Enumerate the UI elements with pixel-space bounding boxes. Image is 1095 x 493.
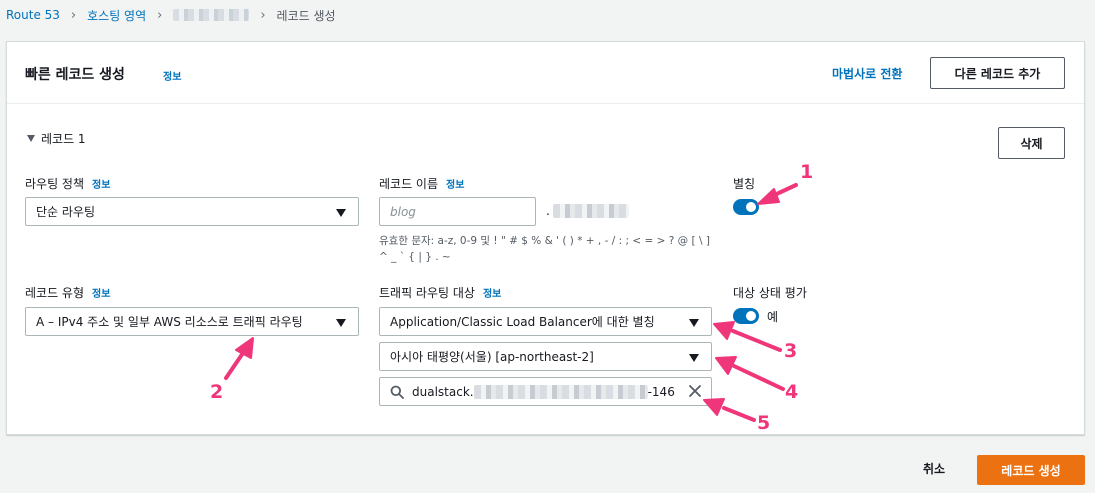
switch-to-wizard-link[interactable]: 마법사로 전환 bbox=[832, 65, 902, 82]
breadcrumb: Route 53 › 호스팅 영역 › › 레코드 생성 bbox=[6, 6, 336, 24]
load-balancer-search-input[interactable]: dualstack. -146 bbox=[379, 377, 712, 406]
endpoint-value: Application/Classic Load Balancer에 대한 별칭 bbox=[390, 315, 655, 329]
record-name-info-link[interactable]: 정보 bbox=[446, 176, 464, 191]
traffic-target-label-text: 트래픽 라우팅 대상 bbox=[379, 286, 475, 300]
routing-policy-label-text: 라우팅 정책 bbox=[25, 177, 85, 191]
caret-down-icon bbox=[689, 319, 699, 327]
record-type-select[interactable]: A – IPv4 주소 및 일부 AWS 리소스로 트래픽 라우팅 bbox=[25, 307, 359, 336]
cancel-button[interactable]: 취소 bbox=[923, 460, 945, 477]
health-toggle[interactable] bbox=[733, 308, 759, 324]
search-value-suffix: -146 bbox=[647, 384, 675, 399]
alias-toggle[interactable] bbox=[733, 199, 759, 215]
traffic-target-label: 트래픽 라우팅 대상 정보 bbox=[379, 284, 501, 301]
traffic-target-info-link[interactable]: 정보 bbox=[483, 285, 501, 300]
routing-policy-value: 단순 라우팅 bbox=[36, 205, 96, 219]
health-label-text: 대상 상태 평가 bbox=[733, 286, 807, 300]
routing-policy-select[interactable]: 단순 라우팅 bbox=[25, 197, 359, 226]
annotation-label-2: 2 bbox=[210, 381, 224, 403]
chevron-right-icon: › bbox=[260, 7, 266, 23]
quick-create-panel: 빠른 레코드 생성 정보 마법사로 전환 다른 레코드 추가 레코드 1 삭제 … bbox=[6, 41, 1085, 435]
record-expander[interactable]: 레코드 1 bbox=[27, 130, 86, 147]
annotation-label-1: 1 bbox=[800, 161, 814, 183]
record-name-label-text: 레코드 이름 bbox=[379, 177, 439, 191]
endpoint-select[interactable]: Application/Classic Load Balancer에 대한 별칭 bbox=[379, 307, 712, 336]
routing-policy-label: 라우팅 정책 정보 bbox=[25, 175, 110, 192]
caret-down-icon bbox=[689, 354, 699, 362]
record-name-label: 레코드 이름 정보 bbox=[379, 175, 464, 192]
close-icon[interactable] bbox=[687, 383, 703, 399]
record-type-label: 레코드 유형 정보 bbox=[25, 284, 110, 301]
domain-suffix-dot: . bbox=[546, 204, 550, 218]
alias-label-text: 별칭 bbox=[733, 177, 756, 191]
record-name-input[interactable] bbox=[379, 197, 536, 226]
record-expander-label: 레코드 1 bbox=[41, 132, 86, 146]
annotation-label-3: 3 bbox=[784, 340, 798, 362]
annotation-label-4: 4 bbox=[785, 381, 799, 403]
add-record-button[interactable]: 다른 레코드 추가 bbox=[930, 57, 1065, 89]
search-icon bbox=[390, 385, 404, 399]
breadcrumb-current: 레코드 생성 bbox=[276, 8, 336, 23]
panel-header: 빠른 레코드 생성 정보 마법사로 전환 다른 레코드 추가 bbox=[7, 42, 1084, 104]
search-value-prefix: dualstack. bbox=[412, 384, 474, 399]
domain-suffix: . bbox=[546, 204, 629, 218]
breadcrumb-domain-redacted[interactable] bbox=[173, 9, 250, 21]
routing-policy-info-link[interactable]: 정보 bbox=[92, 176, 110, 191]
record-type-value: A – IPv4 주소 및 일부 AWS 리소스로 트래픽 라우팅 bbox=[36, 315, 303, 329]
chevron-right-icon: › bbox=[157, 7, 163, 23]
annotation-label-5: 5 bbox=[757, 412, 771, 434]
health-label: 대상 상태 평가 bbox=[733, 284, 807, 301]
record-type-label-text: 레코드 유형 bbox=[25, 286, 85, 300]
breadcrumb-hosted-zones[interactable]: 호스팅 영역 bbox=[87, 7, 146, 24]
health-toggle-label: 예 bbox=[767, 310, 779, 324]
domain-suffix-redacted bbox=[552, 204, 629, 218]
search-value-redacted bbox=[473, 384, 648, 399]
search-value: dualstack. -146 bbox=[412, 384, 675, 399]
region-value: 아시아 태평양(서울) [ap-northeast-2] bbox=[390, 350, 594, 364]
caret-down-icon bbox=[27, 135, 35, 142]
record-type-info-link[interactable]: 정보 bbox=[92, 285, 110, 300]
region-select[interactable]: 아시아 태평양(서울) [ap-northeast-2] bbox=[379, 342, 712, 371]
alias-label: 별칭 bbox=[733, 175, 755, 192]
breadcrumb-route53[interactable]: Route 53 bbox=[6, 8, 60, 22]
create-record-button[interactable]: 레코드 생성 bbox=[977, 455, 1085, 485]
caret-down-icon bbox=[336, 209, 346, 217]
chevron-right-icon: › bbox=[70, 7, 77, 23]
delete-button[interactable]: 삭제 bbox=[998, 127, 1065, 159]
title-info-link[interactable]: 정보 bbox=[163, 68, 181, 83]
record-name-help-text: 유효한 문자: a-z, 0-9 및 ! " # $ % & ' ( ) * +… bbox=[379, 235, 710, 263]
page-title: 빠른 레코드 생성 bbox=[25, 67, 125, 83]
caret-down-icon bbox=[336, 319, 346, 327]
